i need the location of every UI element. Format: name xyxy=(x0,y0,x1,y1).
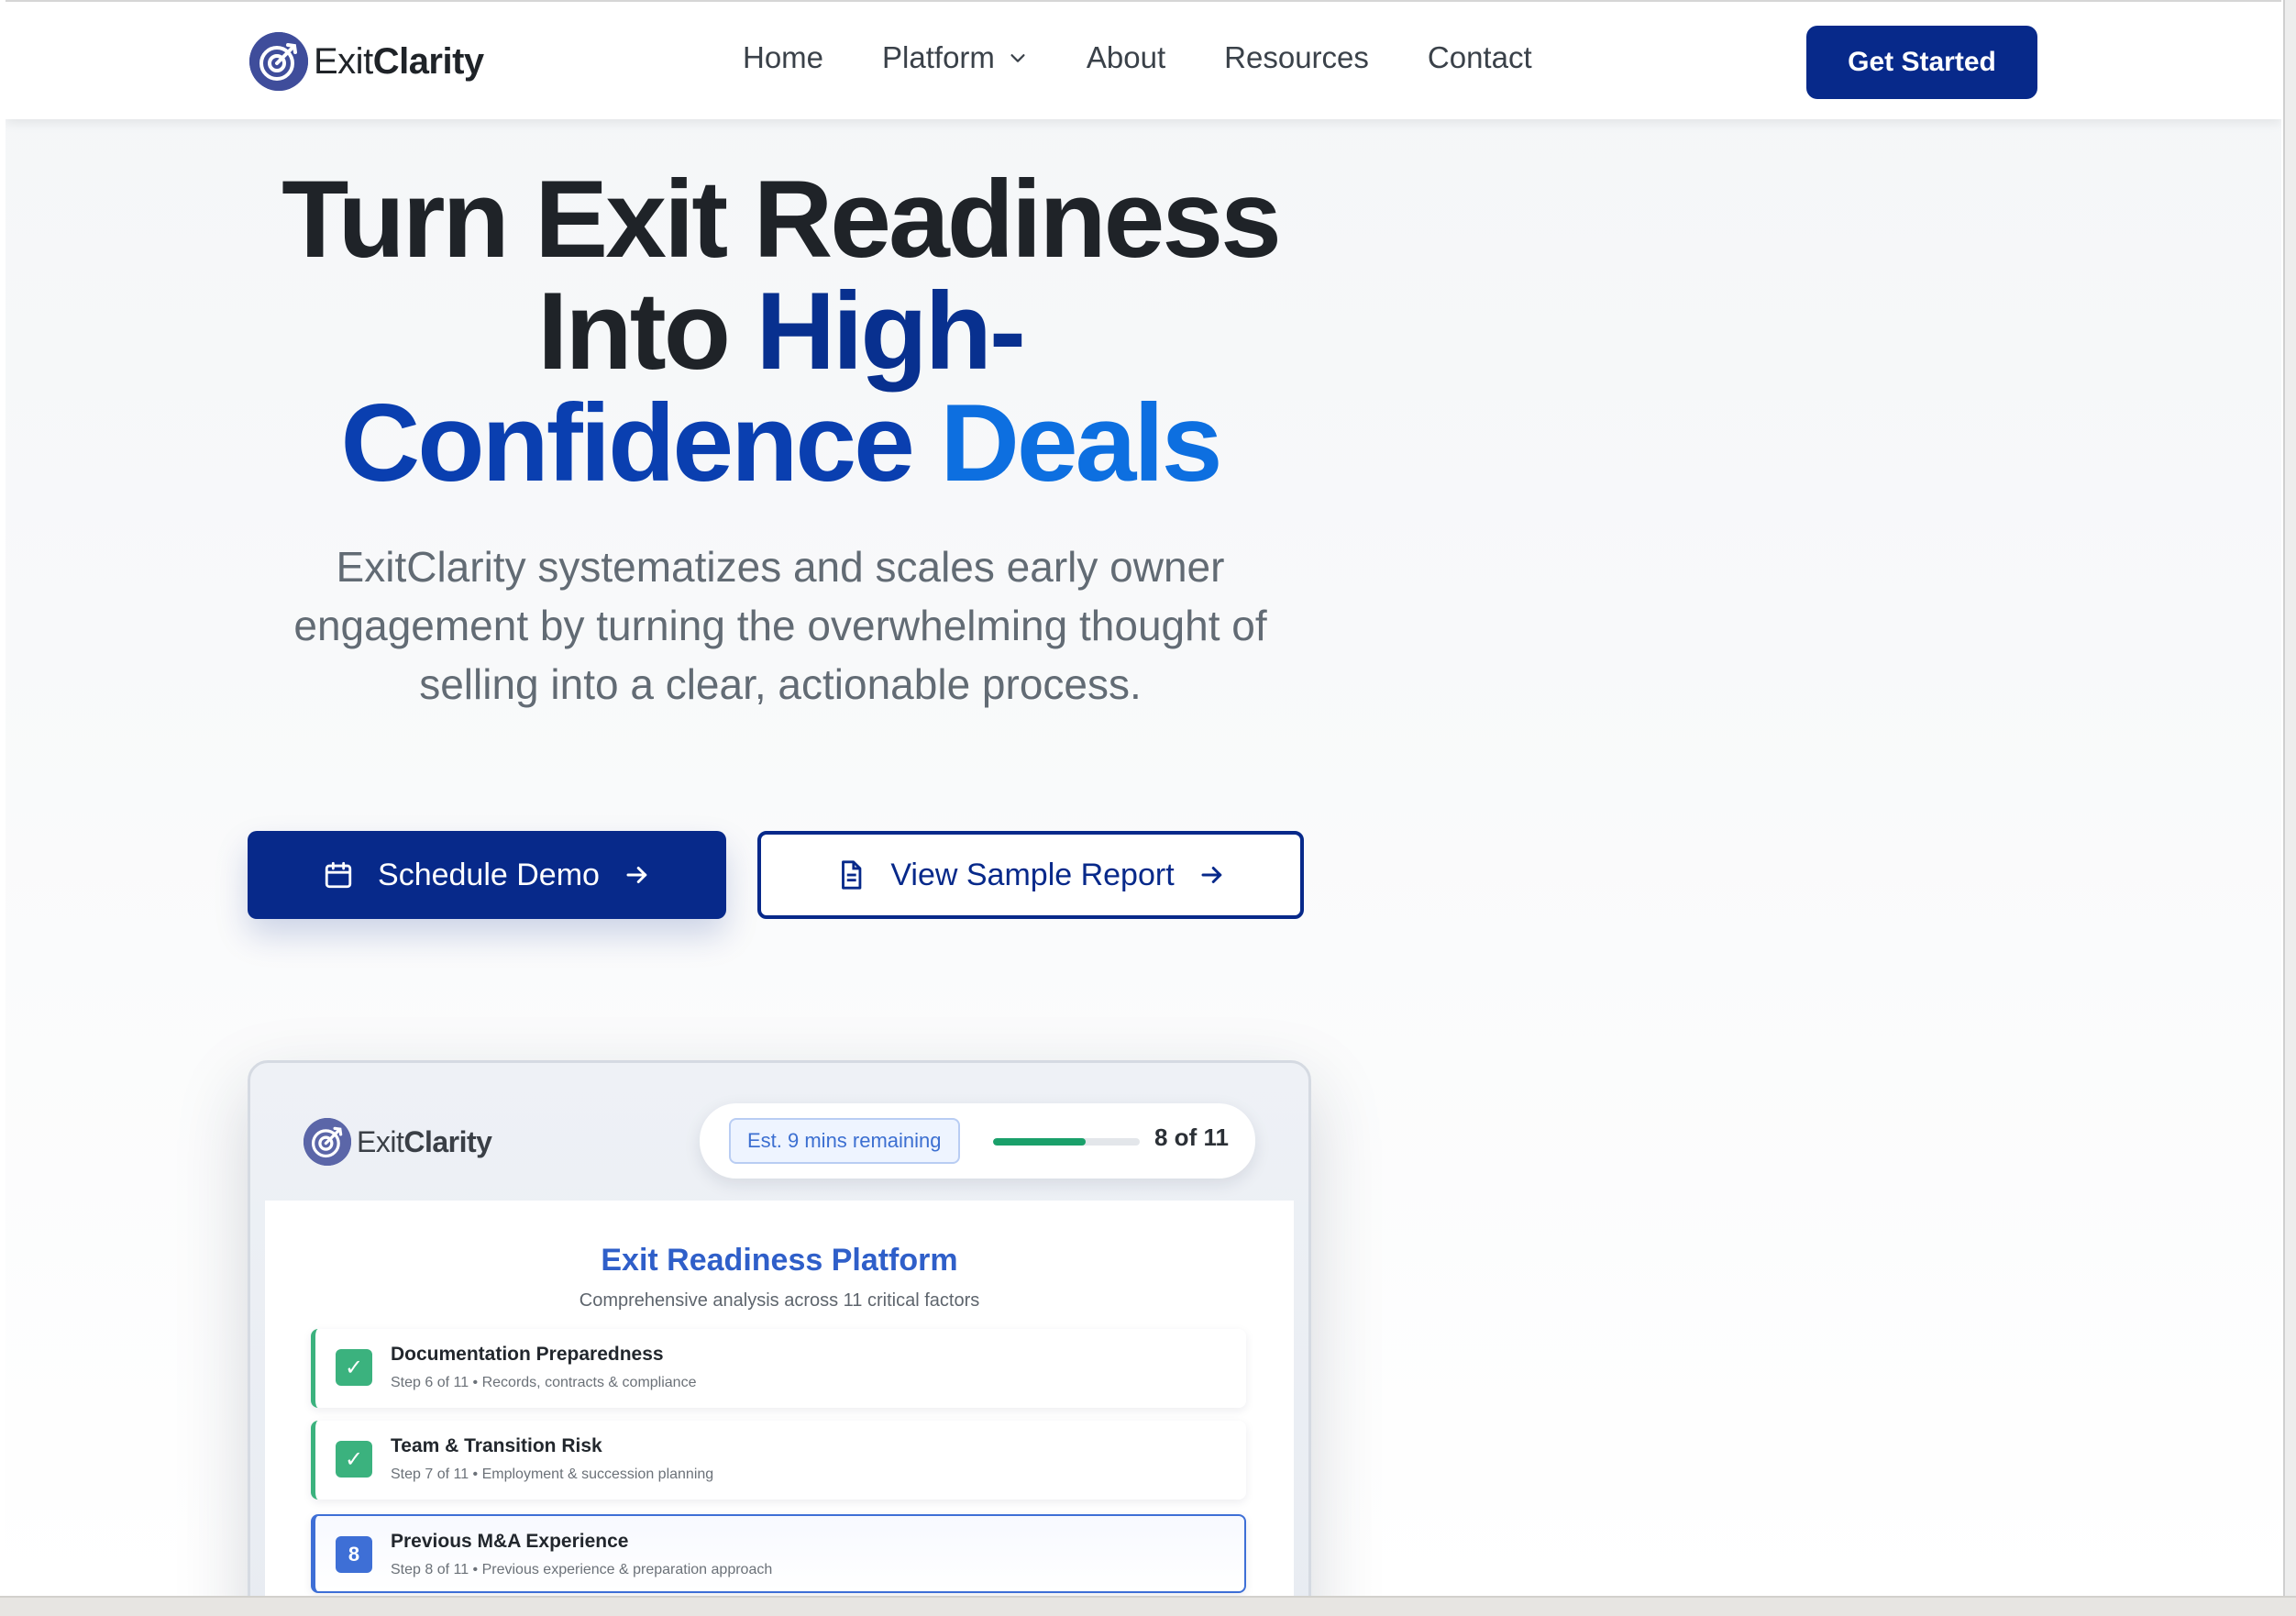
nav-link-contact[interactable]: Contact xyxy=(1428,40,1532,75)
landing-page: ExitClarity Home Platform About Resource… xyxy=(6,0,2281,1596)
check-icon: ✓ xyxy=(336,1441,372,1478)
get-started-button[interactable]: Get Started xyxy=(1806,26,2037,99)
nav-links: Home Platform About Resources Contact xyxy=(743,40,1591,75)
progress-indicator: Est. 9 mins remaining 8 of 11 xyxy=(700,1103,1255,1179)
step-title: Documentation Preparedness xyxy=(391,1344,664,1365)
schedule-demo-button[interactable]: Schedule Demo xyxy=(248,831,726,919)
progress-bar-fill xyxy=(993,1138,1086,1146)
schedule-demo-label: Schedule Demo xyxy=(378,857,600,892)
step-card-ma-experience[interactable]: 8 Previous M&A Experience Step 8 of 11 •… xyxy=(311,1514,1246,1593)
brand-name: ExitClarity xyxy=(314,40,484,82)
target-arrow-icon xyxy=(304,1118,351,1166)
step-card-team-transition[interactable]: ✓ Team & Transition Risk Step 7 of 11 • … xyxy=(311,1421,1246,1500)
assessment-panel: Exit Readiness Platform Comprehensive an… xyxy=(265,1201,1294,1596)
eta-badge: Est. 9 mins remaining xyxy=(729,1118,960,1164)
panel-title: Exit Readiness Platform xyxy=(601,1243,958,1278)
platform-preview-mockup: ExitClarity Est. 9 mins remaining 8 of 1… xyxy=(248,1060,1311,1596)
progress-count: 8 of 11 xyxy=(1154,1123,1229,1151)
hero-subtitle: ExitClarity systematizes and scales earl… xyxy=(293,543,1267,708)
window-edge-bottom xyxy=(0,1596,2296,1616)
window-edge-right xyxy=(2283,0,2296,1616)
check-icon: ✓ xyxy=(336,1349,372,1386)
progress-bar xyxy=(993,1138,1140,1146)
view-sample-report-label: View Sample Report xyxy=(890,857,1175,892)
hero-title: Turn Exit Readiness Into High- Confidenc… xyxy=(281,158,1282,504)
step-meta: Step 8 of 11 • Previous experience & pre… xyxy=(391,1562,773,1577)
document-icon xyxy=(842,860,862,890)
step-title: Team & Transition Risk xyxy=(391,1435,602,1456)
view-sample-report-button[interactable]: View Sample Report xyxy=(757,831,1304,919)
step-title: Previous M&A Experience xyxy=(391,1531,629,1552)
arrow-right-icon xyxy=(1201,867,1221,883)
nav-link-resources[interactable]: Resources xyxy=(1224,40,1369,75)
mockup-brand-logo: ExitClarity xyxy=(304,1118,492,1166)
arrow-right-icon xyxy=(626,867,647,883)
top-navbar: ExitClarity Home Platform About Resource… xyxy=(6,0,2281,119)
step-card-documentation[interactable]: ✓ Documentation Preparedness Step 6 of 1… xyxy=(311,1329,1246,1408)
nav-link-about[interactable]: About xyxy=(1087,40,1165,75)
calendar-icon xyxy=(325,861,352,889)
mockup-brand-name: ExitClarity xyxy=(357,1124,492,1158)
brand-logo[interactable]: ExitClarity xyxy=(249,31,484,92)
step-number-badge: 8 xyxy=(336,1536,372,1573)
nav-link-home[interactable]: Home xyxy=(743,40,823,75)
chevron-down-icon xyxy=(1010,54,1025,62)
panel-subtitle: Comprehensive analysis across 11 critica… xyxy=(579,1290,980,1311)
step-meta: Step 6 of 11 • Records, contracts & comp… xyxy=(391,1375,697,1390)
nav-link-platform[interactable]: Platform xyxy=(882,40,1028,75)
step-meta: Step 7 of 11 • Employment & succession p… xyxy=(391,1467,714,1482)
target-arrow-icon xyxy=(249,32,308,91)
